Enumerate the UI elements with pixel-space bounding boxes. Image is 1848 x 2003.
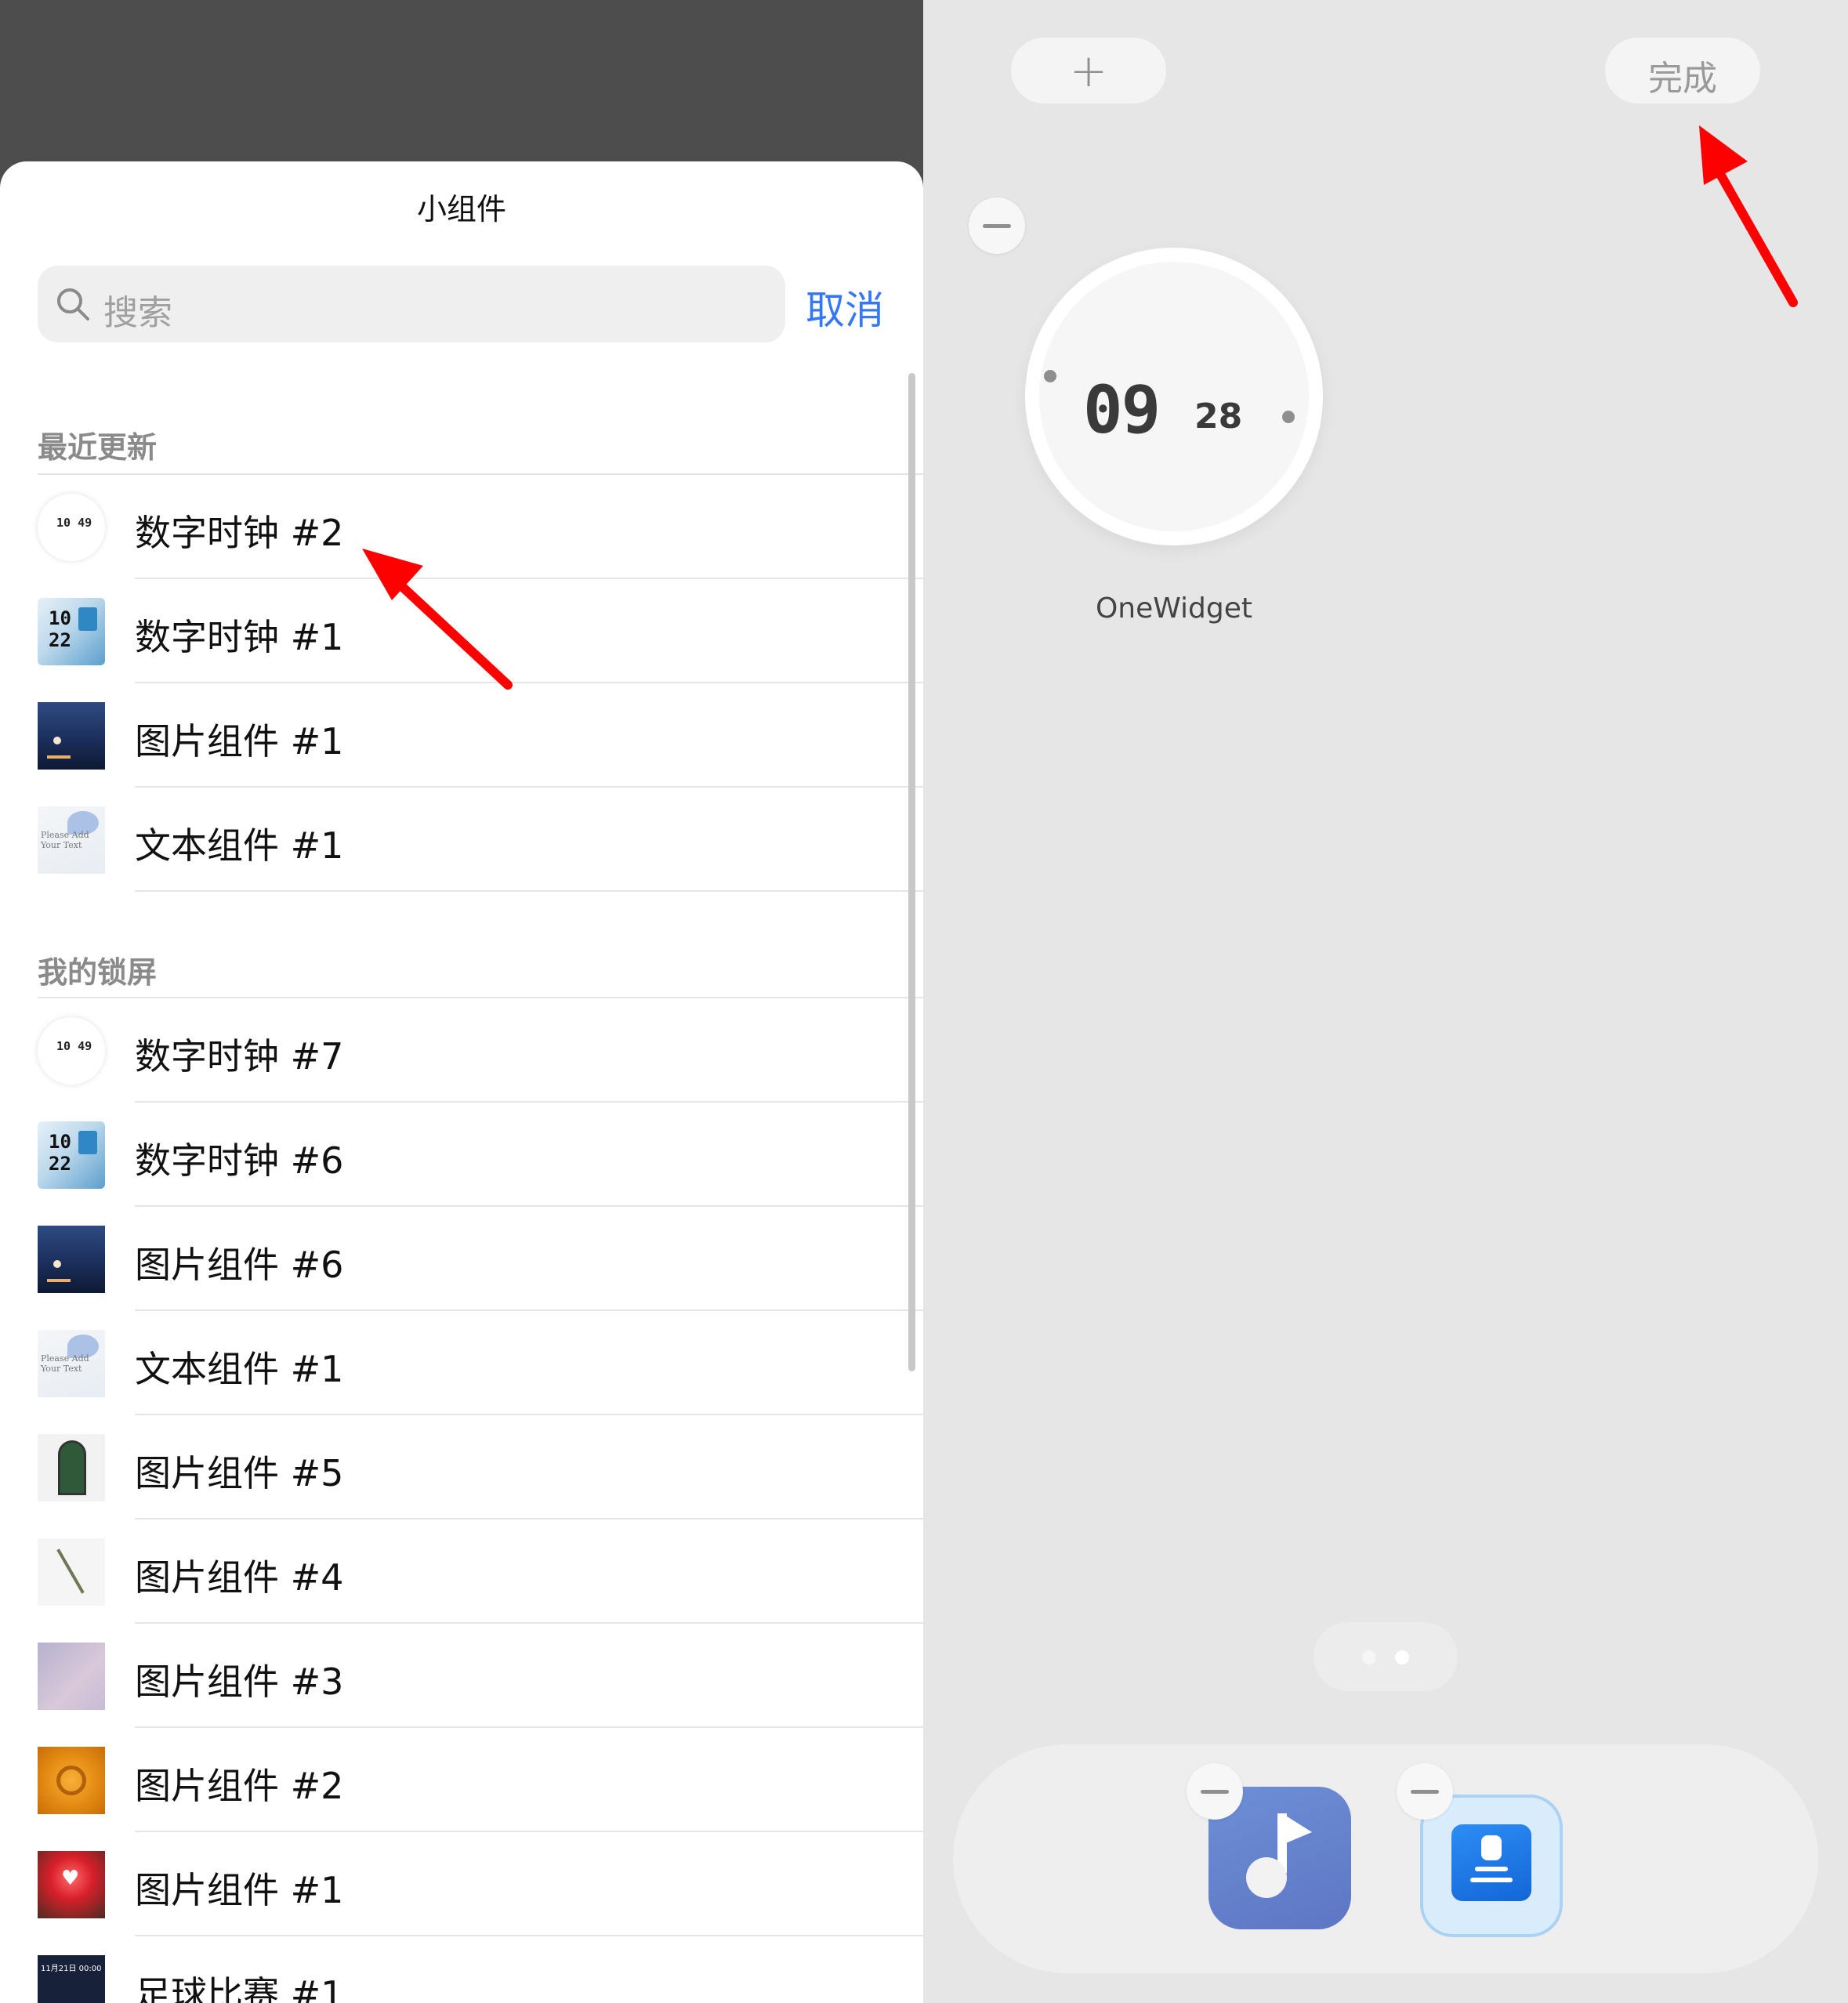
- page-dot-1: [1362, 1650, 1376, 1664]
- card-line: [1470, 1878, 1513, 1882]
- remove-music-button[interactable]: [1187, 1763, 1243, 1820]
- scrollbar[interactable]: [908, 373, 915, 1371]
- minus-icon: [983, 224, 1011, 228]
- widget-list-item[interactable]: 图片组件 #2: [0, 1728, 923, 1832]
- widget-list-item-label: 图片组件 #5: [135, 1452, 344, 1494]
- widget-list-item-label: 图片组件 #4: [135, 1556, 344, 1599]
- sheet-title: 小组件: [416, 192, 506, 226]
- thumb-text: 11月21日 00:00: [41, 1965, 102, 1973]
- widget-list-item[interactable]: 10 22 数字时钟 #1: [0, 579, 923, 683]
- remove-widget-button[interactable]: [969, 197, 1025, 254]
- widget-list-item[interactable]: 10 49 数字时钟 #7: [0, 998, 923, 1103]
- widget-thumbnail-clock-circle: 10 49: [38, 494, 105, 561]
- clock-dot-right: [1282, 411, 1295, 423]
- search-placeholder: 搜索: [103, 293, 172, 333]
- widget-list-item-label: 文本组件 #1: [135, 824, 344, 867]
- dock: [953, 1744, 1818, 1973]
- moon-icon: [53, 1260, 61, 1268]
- widget-thumbnail-clock-circle: 10 49: [38, 1017, 105, 1085]
- widget-list-item[interactable]: 图片组件 #4: [0, 1519, 923, 1624]
- thumb-text: 10 49: [56, 1039, 92, 1053]
- thumb-text: Please Add Your Text: [41, 1353, 89, 1374]
- search-icon: [57, 288, 89, 321]
- heart-icon: ♥: [61, 1867, 80, 1890]
- ring-icon: [56, 1766, 86, 1795]
- widget-list-item-label: 图片组件 #1: [135, 1869, 344, 1911]
- lockscreen-editor: + 完成 09 28 OneWidget: [923, 0, 1848, 2003]
- widget-list-item-label: 数字时钟 #6: [135, 1139, 344, 1182]
- widget-thumbnail-red-bulb: ♥: [38, 1851, 105, 1918]
- widget-thumbnail-night-sea: [38, 702, 105, 770]
- thumb-text: Please Add Your Text: [41, 830, 89, 850]
- widget-list-item[interactable]: ♥ 图片组件 #1: [0, 1832, 923, 1936]
- widget-picker-sheet: 小组件 搜索 取消 最近更新 10 49 数字时钟 #2 10 22 数字时钟 #1 图片…: [0, 161, 923, 2003]
- widget-list-item-label: 数字时钟 #7: [135, 1035, 344, 1078]
- widget-list-item[interactable]: Please Add Your Text 文本组件 #1: [0, 788, 923, 892]
- done-button[interactable]: 完成: [1605, 38, 1760, 103]
- widget-list-item[interactable]: 11月21日 00:00 足球比赛 #1: [0, 1936, 923, 2003]
- widget-thumbnail-flower-text: Please Add Your Text: [38, 1330, 105, 1397]
- reflection: [47, 755, 71, 759]
- widget-list-item[interactable]: 图片组件 #6: [0, 1207, 923, 1311]
- widget-list-item[interactable]: Please Add Your Text 文本组件 #1: [0, 1311, 923, 1415]
- widget-list-item[interactable]: 10 22 数字时钟 #6: [0, 1103, 923, 1207]
- section-title: 我的锁屏: [38, 955, 158, 990]
- widget-list-item-label: 数字时钟 #1: [135, 616, 344, 658]
- page-dot-2: [1395, 1650, 1409, 1664]
- section-title: 最近更新: [38, 430, 158, 465]
- thumb-text: 10 49: [56, 516, 92, 530]
- person-icon: [1481, 1835, 1502, 1860]
- minus-icon: [1411, 1790, 1439, 1794]
- clock-face: 09 28: [1039, 262, 1309, 531]
- clock-hour: 09: [1083, 371, 1161, 448]
- widget-thumbnail-lilac: [38, 1643, 105, 1710]
- clock-widget[interactable]: 09 28: [1025, 248, 1323, 545]
- remove-contacts-button[interactable]: [1397, 1763, 1453, 1820]
- minus-icon: [1201, 1790, 1229, 1794]
- widget-thumbnail-flower-text: Please Add Your Text: [38, 806, 105, 874]
- clock-minute: 28: [1194, 397, 1243, 436]
- plant-icon: [56, 1548, 85, 1594]
- page-indicator[interactable]: [1314, 1622, 1458, 1691]
- widget-list-item-label: 图片组件 #1: [135, 720, 344, 762]
- contacts-app-icon[interactable]: [1420, 1795, 1563, 1937]
- card-line: [1475, 1867, 1508, 1871]
- clock-dot-left: [1044, 370, 1056, 382]
- widget-thumbnail-orange: [38, 1747, 105, 1814]
- widget-list-item-label: 数字时钟 #2: [135, 512, 344, 554]
- contact-card-icon: [1451, 1824, 1531, 1901]
- door-icon: [58, 1440, 86, 1495]
- widget-list-item[interactable]: 图片组件 #1: [0, 683, 923, 788]
- widget-list-item-label: 文本组件 #1: [135, 1348, 344, 1390]
- add-widget-button[interactable]: +: [1011, 38, 1166, 103]
- widget-thumbnail-plant: [38, 1538, 105, 1606]
- widget-list-item[interactable]: 图片组件 #5: [0, 1415, 923, 1519]
- widget-thumbnail-night-sea: [38, 1226, 105, 1293]
- mini-calendar-icon: [78, 1131, 97, 1154]
- widget-thumbnail-clock-blue: 10 22: [38, 598, 105, 665]
- reflection: [47, 1279, 71, 1282]
- plus-icon: +: [1069, 44, 1108, 97]
- widget-list-item-label: 足球比赛 #1: [135, 1973, 344, 2003]
- row-divider: [135, 890, 923, 892]
- mini-calendar-icon: [78, 607, 97, 631]
- widget-list-item[interactable]: 10 49 数字时钟 #2: [0, 475, 923, 579]
- moon-icon: [53, 737, 61, 744]
- widget-list-item-label: 图片组件 #6: [135, 1244, 344, 1286]
- widget-list-item-label: 图片组件 #2: [135, 1765, 344, 1807]
- widget-name-label: OneWidget: [1095, 592, 1253, 625]
- widget-thumbnail-football: 11月21日 00:00: [38, 1955, 105, 2003]
- widget-list-item-label: 图片组件 #3: [135, 1661, 344, 1703]
- widget-list-item[interactable]: 图片组件 #3: [0, 1624, 923, 1728]
- done-label: 完成: [1648, 59, 1717, 99]
- search-input[interactable]: 搜索: [38, 266, 785, 342]
- music-note-icon: [1246, 1813, 1312, 1898]
- widget-thumbnail-green-door: [38, 1434, 105, 1501]
- widget-thumbnail-clock-blue: 10 22: [38, 1121, 105, 1189]
- cancel-button[interactable]: 取消: [806, 279, 884, 335]
